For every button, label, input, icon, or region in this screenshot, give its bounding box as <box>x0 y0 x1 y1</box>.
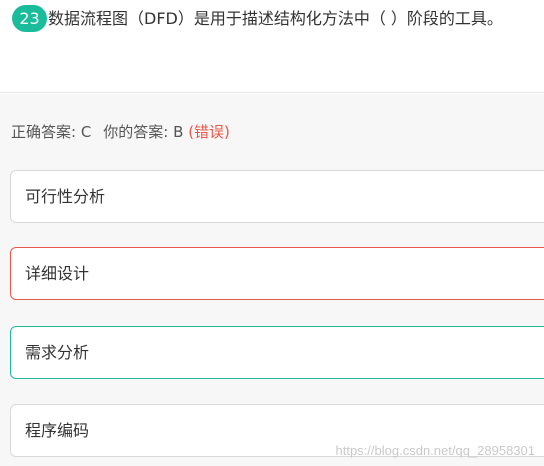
answer-panel: 正确答案: C 你的答案: B (错误) 可行性分析 详细设计 需求分析 程序编码… <box>0 94 544 466</box>
question-header: 23 数据流程图（DFD）是用于描述结构化方法中（ ）阶段的工具。 <box>0 0 544 93</box>
option-label: 需求分析 <box>25 343 90 362</box>
watermark: https://blog.csdn.net/qq_28958301 <box>335 443 536 458</box>
question-number-badge: 23 <box>12 5 47 32</box>
your-answer-label: 你的答案: B <box>103 123 184 141</box>
correct-answer-label: 正确答案: C <box>11 123 92 141</box>
option-label: 可行性分析 <box>25 187 106 206</box>
option-label: 详细设计 <box>25 264 90 283</box>
option-b[interactable]: 详细设计 <box>10 247 544 300</box>
answer-summary: 正确答案: C 你的答案: B (错误) <box>11 122 230 142</box>
question-text: 数据流程图（DFD）是用于描述结构化方法中（ ）阶段的工具。 <box>48 9 503 28</box>
option-a[interactable]: 可行性分析 <box>10 170 544 223</box>
answer-status: (错误) <box>188 123 230 141</box>
option-c[interactable]: 需求分析 <box>10 326 544 379</box>
option-label: 程序编码 <box>25 421 90 440</box>
